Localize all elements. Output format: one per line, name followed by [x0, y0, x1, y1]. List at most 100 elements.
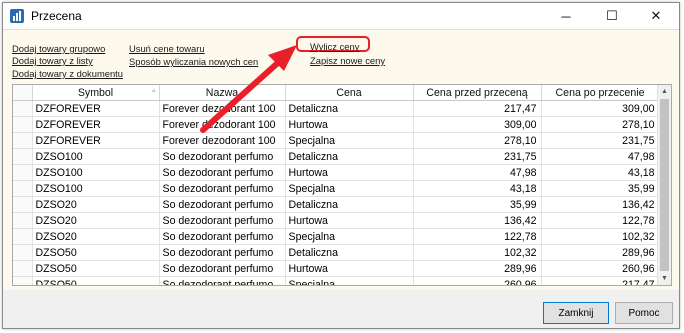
table-row[interactable]: DZSO50 So dezodorant perfumo Detaliczna 102…	[13, 244, 660, 261]
cell-cena-przed[interactable]: 231,75	[413, 148, 542, 165]
cell-cena[interactable]: Hurtowa	[285, 116, 414, 133]
cell-cena-przed[interactable]: 136,42	[413, 212, 542, 229]
cell-nazwa[interactable]: So dezodorant perfumo	[159, 244, 286, 261]
cell-cena-przed[interactable]: 278,10	[413, 132, 542, 149]
link-wylicz-ceny[interactable]: Wylicz ceny	[310, 41, 359, 52]
cell-symbol[interactable]: DZSO50	[32, 244, 160, 261]
row-indicator[interactable]	[13, 116, 33, 133]
table-row[interactable]: DZSO50 So dezodorant perfumo Specjalna 260,…	[13, 276, 660, 285]
cell-cena-po[interactable]: 122,78	[541, 212, 660, 229]
link-dodaj-towary-z-listy[interactable]: Dodaj towary z listy	[12, 55, 93, 66]
cell-cena-przed[interactable]: 122,78	[413, 228, 542, 245]
cell-cena-po[interactable]: 278,10	[541, 116, 660, 133]
cell-cena[interactable]: Specjalna	[285, 276, 414, 285]
cell-cena[interactable]: Detaliczna	[285, 244, 414, 261]
minimize-button[interactable]: ─	[543, 3, 589, 29]
row-indicator[interactable]	[13, 132, 33, 149]
row-indicator[interactable]	[13, 196, 33, 213]
table-row[interactable]: DZSO50 So dezodorant perfumo Hurtowa 289,96…	[13, 260, 660, 277]
table-row[interactable]: DZSO20 So dezodorant perfumo Detaliczna 35,…	[13, 196, 660, 213]
zamknij-button[interactable]: Zamknij	[543, 302, 609, 324]
cell-cena-po[interactable]: 102,32	[541, 228, 660, 245]
cell-cena-po[interactable]: 231,75	[541, 132, 660, 149]
cell-nazwa[interactable]: So dezodorant perfumo	[159, 276, 286, 285]
row-indicator[interactable]	[13, 100, 33, 117]
table-row[interactable]: DZSO100 So dezodorant perfumo Hurtowa 47,98…	[13, 164, 660, 181]
header-symbol[interactable]: Symbol ▵	[32, 85, 160, 101]
cell-nazwa[interactable]: Forever dezodorant 100	[159, 100, 286, 117]
cell-cena-po[interactable]: 47,98	[541, 148, 660, 165]
cell-cena[interactable]: Detaliczna	[285, 100, 414, 117]
table-row[interactable]: DZSO100 So dezodorant perfumo Specjalna 43,…	[13, 180, 660, 197]
header-cena-przed[interactable]: Cena przed przeceną	[413, 85, 542, 101]
cell-nazwa[interactable]: So dezodorant perfumo	[159, 196, 286, 213]
scroll-up-icon[interactable]: ▲	[658, 85, 671, 98]
cell-cena[interactable]: Hurtowa	[285, 260, 414, 277]
cell-symbol[interactable]: DZSO100	[32, 180, 160, 197]
close-window-button[interactable]: ✕	[633, 3, 679, 29]
cell-cena-przed[interactable]: 309,00	[413, 116, 542, 133]
cell-nazwa[interactable]: Forever dezodorant 100	[159, 132, 286, 149]
cell-cena-przed[interactable]: 289,96	[413, 260, 542, 277]
cell-cena-po[interactable]: 289,96	[541, 244, 660, 261]
cell-nazwa[interactable]: So dezodorant perfumo	[159, 212, 286, 229]
link-zapisz-nowe-ceny[interactable]: Zapisz nowe ceny	[310, 55, 385, 66]
cell-cena-przed[interactable]: 260,96	[413, 276, 542, 285]
row-indicator[interactable]	[13, 148, 33, 165]
header-nazwa[interactable]: Nazwa	[159, 85, 286, 101]
cell-symbol[interactable]: DZSO20	[32, 212, 160, 229]
cell-nazwa[interactable]: So dezodorant perfumo	[159, 180, 286, 197]
title-bar[interactable]: Przecena ─ ☐ ✕	[3, 3, 679, 29]
vertical-scrollbar[interactable]: ▲ ▼	[657, 85, 671, 285]
link-usun-cene-towaru[interactable]: Usuń cene towaru	[129, 43, 205, 54]
row-indicator[interactable]	[13, 180, 33, 197]
link-dodaj-towary-grupowo[interactable]: Dodaj towary grupowo	[12, 43, 105, 54]
scroll-down-icon[interactable]: ▼	[658, 272, 671, 285]
row-indicator[interactable]	[13, 164, 33, 181]
cell-cena-przed[interactable]: 102,32	[413, 244, 542, 261]
cell-cena[interactable]: Detaliczna	[285, 148, 414, 165]
cell-cena[interactable]: Hurtowa	[285, 212, 414, 229]
cell-cena-przed[interactable]: 217,47	[413, 100, 542, 117]
maximize-button[interactable]: ☐	[589, 3, 635, 29]
cell-symbol[interactable]: DZSO50	[32, 260, 160, 277]
cell-symbol[interactable]: DZSO100	[32, 148, 160, 165]
cell-nazwa[interactable]: So dezodorant perfumo	[159, 164, 286, 181]
cell-symbol[interactable]: DZFOREVER	[32, 132, 160, 149]
scroll-thumb[interactable]	[660, 99, 669, 271]
cell-cena-po[interactable]: 43,18	[541, 164, 660, 181]
row-indicator[interactable]	[13, 244, 33, 261]
cell-symbol[interactable]: DZSO20	[32, 228, 160, 245]
cell-cena-po[interactable]: 217,47	[541, 276, 660, 285]
row-indicator[interactable]	[13, 212, 33, 229]
cell-symbol[interactable]: DZSO50	[32, 276, 160, 285]
pomoc-button[interactable]: Pomoc	[615, 302, 673, 324]
cell-symbol[interactable]: DZSO100	[32, 164, 160, 181]
row-indicator[interactable]	[13, 276, 33, 285]
cell-cena-przed[interactable]: 43,18	[413, 180, 542, 197]
table-row[interactable]: DZSO100 So dezodorant perfumo Detaliczna 23…	[13, 148, 660, 165]
table-row[interactable]: DZFOREVER Forever dezodorant 100 Detaliczn…	[13, 100, 660, 117]
table-row[interactable]: DZSO20 So dezodorant perfumo Hurtowa 136,42…	[13, 212, 660, 229]
row-indicator[interactable]	[13, 228, 33, 245]
cell-nazwa[interactable]: So dezodorant perfumo	[159, 148, 286, 165]
cell-cena-po[interactable]: 35,99	[541, 180, 660, 197]
price-grid[interactable]: Symbol ▵ Nazwa Cena Cena przed przeceną C…	[12, 84, 672, 286]
cell-nazwa[interactable]: So dezodorant perfumo	[159, 260, 286, 277]
cell-cena[interactable]: Detaliczna	[285, 196, 414, 213]
cell-cena-przed[interactable]: 35,99	[413, 196, 542, 213]
cell-cena-przed[interactable]: 47,98	[413, 164, 542, 181]
cell-cena-po[interactable]: 260,96	[541, 260, 660, 277]
header-cena[interactable]: Cena	[285, 85, 414, 101]
cell-nazwa[interactable]: So dezodorant perfumo	[159, 228, 286, 245]
table-row[interactable]: DZSO20 So dezodorant perfumo Specjalna 122,…	[13, 228, 660, 245]
cell-cena[interactable]: Specjalna	[285, 132, 414, 149]
cell-nazwa[interactable]: Forever dezodorant 100	[159, 116, 286, 133]
table-row[interactable]: DZFOREVER Forever dezodorant 100 Specjalna…	[13, 132, 660, 149]
cell-cena-po[interactable]: 309,00	[541, 100, 660, 117]
link-dodaj-towary-z-dokumentu[interactable]: Dodaj towary z dokumentu	[12, 68, 123, 79]
link-sposob-wyliczania[interactable]: Sposób wyliczania nowych cen	[129, 56, 258, 67]
cell-cena[interactable]: Specjalna	[285, 180, 414, 197]
cell-symbol[interactable]: DZFOREVER	[32, 116, 160, 133]
cell-cena-po[interactable]: 136,42	[541, 196, 660, 213]
